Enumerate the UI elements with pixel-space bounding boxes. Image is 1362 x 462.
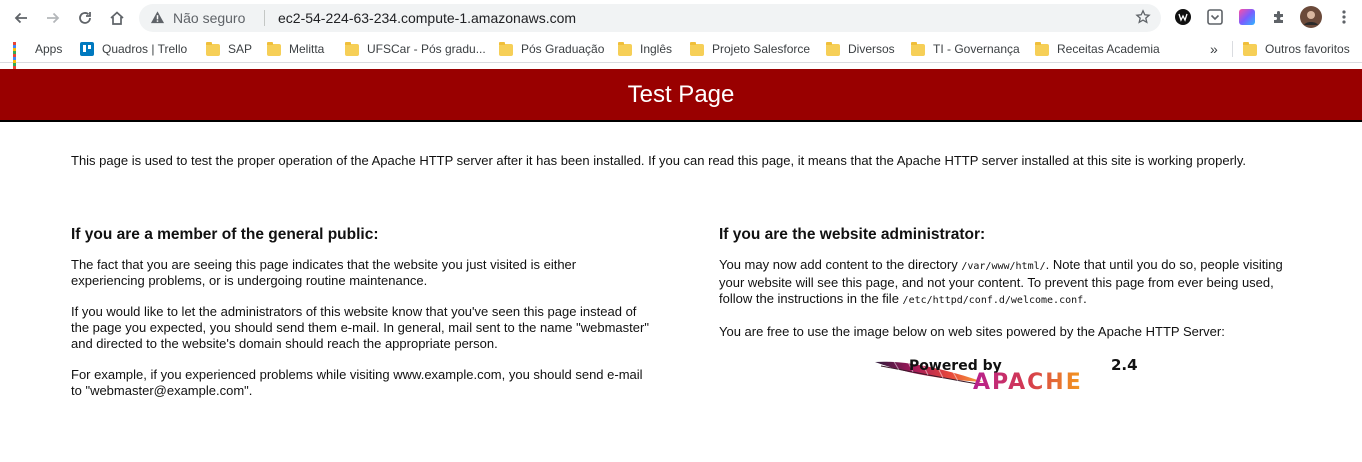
arrow-right-icon: [47, 12, 60, 24]
bookmark-label: Outros favoritos: [1265, 42, 1350, 56]
version-text: 2.4: [1111, 356, 1138, 374]
folder-icon: [911, 41, 925, 56]
section-heading: If you are a member of the general publi…: [71, 226, 379, 243]
color-extension-icon[interactable]: [1237, 7, 1257, 27]
section-heading: If you are the website administrator:: [719, 226, 986, 243]
bookmarks-overflow-button[interactable]: »: [1210, 40, 1218, 58]
bookmark-projeto-salesforce[interactable]: Projeto Salesforce: [690, 40, 810, 58]
bookmark-ingles[interactable]: Inglês: [618, 40, 672, 58]
bookmark-label: Diversos: [848, 42, 895, 56]
warning-icon[interactable]: [150, 10, 165, 30]
bookmark-diversos[interactable]: Diversos: [826, 40, 895, 58]
profile-avatar[interactable]: [1300, 6, 1322, 28]
apache-wordmark: APACHE: [973, 370, 1083, 395]
text: You may now add content to the directory: [719, 257, 962, 272]
folder-icon: [826, 41, 840, 56]
forward-button[interactable]: [40, 5, 66, 31]
bookmark-receitas-academia[interactable]: Receitas Academia: [1035, 40, 1160, 58]
bookmark-label: Melitta: [289, 42, 325, 56]
general-public-section: If you are a member of the general publi…: [71, 227, 651, 414]
home-button[interactable]: [104, 5, 130, 31]
folder-icon: [345, 41, 359, 56]
bookmark-label: Quadros | Trello: [102, 42, 188, 56]
star-icon[interactable]: [1135, 9, 1151, 30]
bookmark-sap[interactable]: SAP: [206, 40, 252, 58]
url-text[interactable]: ec2-54-224-63-234.compute-1.amazonaws.co…: [278, 10, 576, 26]
page-banner: Test Page: [0, 69, 1362, 122]
directory-path: /var/www/html/: [961, 261, 1046, 272]
menu-kebab-icon[interactable]: [1334, 7, 1354, 27]
config-file-path: /etc/httpd/conf.d/welcome.conf: [902, 295, 1084, 306]
bookmark-label: SAP: [228, 42, 253, 56]
folder-icon: [206, 41, 220, 56]
puzzle-icon[interactable]: [1269, 7, 1289, 27]
powered-by-apache-logo: Powered by 2.4 APACHE: [873, 350, 1143, 395]
browser-toolbar: Não seguro ec2-54-224-63-234.compute-1.a…: [0, 0, 1362, 35]
bookmark-trello[interactable]: Quadros | Trello: [80, 40, 187, 58]
arrow-left-icon: [14, 12, 27, 24]
bookmark-label: Apps: [35, 42, 63, 56]
address-bar[interactable]: Não seguro ec2-54-224-63-234.compute-1.a…: [139, 4, 1161, 32]
paragraph: You are free to use the image below on w…: [719, 324, 1225, 339]
back-button[interactable]: [8, 5, 34, 31]
bookmark-label: Projeto Salesforce: [712, 42, 811, 56]
folder-icon: [1243, 41, 1257, 56]
reload-button[interactable]: [72, 5, 98, 31]
administrator-section: If you are the website administrator: Yo…: [719, 227, 1299, 355]
paragraph: If you would like to let the administrat…: [71, 304, 649, 351]
text: .: [1083, 291, 1087, 306]
bookmarks-bar: Apps Quadros | Trello SAP Melitta UFSCar…: [0, 35, 1362, 69]
trello-icon: [80, 42, 94, 56]
folder-icon: [499, 41, 513, 56]
page-title: Test Page: [627, 80, 735, 108]
bookmark-label: TI - Governança: [933, 42, 1020, 56]
security-status[interactable]: Não seguro: [173, 10, 245, 26]
bookmark-melitta[interactable]: Melitta: [267, 40, 324, 58]
bookmark-pos-graduacao[interactable]: Pós Graduação: [499, 40, 604, 58]
bookmark-apps[interactable]: Apps: [13, 40, 63, 69]
paragraph: You may now add content to the directory…: [719, 257, 1299, 309]
bookmark-other-favorites[interactable]: Outros favoritos: [1243, 40, 1350, 58]
bookmark-ti-governanca[interactable]: TI - Governança: [911, 40, 1020, 58]
folder-icon: [267, 41, 281, 56]
folder-icon: [690, 41, 704, 56]
home-icon: [110, 11, 124, 25]
folder-icon: [618, 41, 632, 56]
bookmark-label: Inglês: [640, 42, 673, 56]
reload-icon: [79, 12, 91, 24]
paragraph: The fact that you are seeing this page i…: [71, 257, 577, 288]
bookmark-label: Receitas Academia: [1057, 42, 1160, 56]
divider: [264, 10, 265, 26]
bookmark-ufscar[interactable]: UFSCar - Pós gradu...: [345, 40, 486, 58]
pocket-icon[interactable]: [1205, 7, 1225, 27]
divider: [1232, 41, 1233, 57]
apps-icon: [13, 42, 27, 69]
extension-circle-icon[interactable]: [1173, 7, 1193, 27]
intro-paragraph: This page is used to test the proper ope…: [71, 153, 1246, 168]
bookmark-label: UFSCar - Pós gradu...: [367, 42, 486, 56]
paragraph: For example, if you experienced problems…: [71, 367, 643, 398]
folder-icon: [1035, 41, 1049, 56]
bookmark-label: Pós Graduação: [521, 42, 605, 56]
